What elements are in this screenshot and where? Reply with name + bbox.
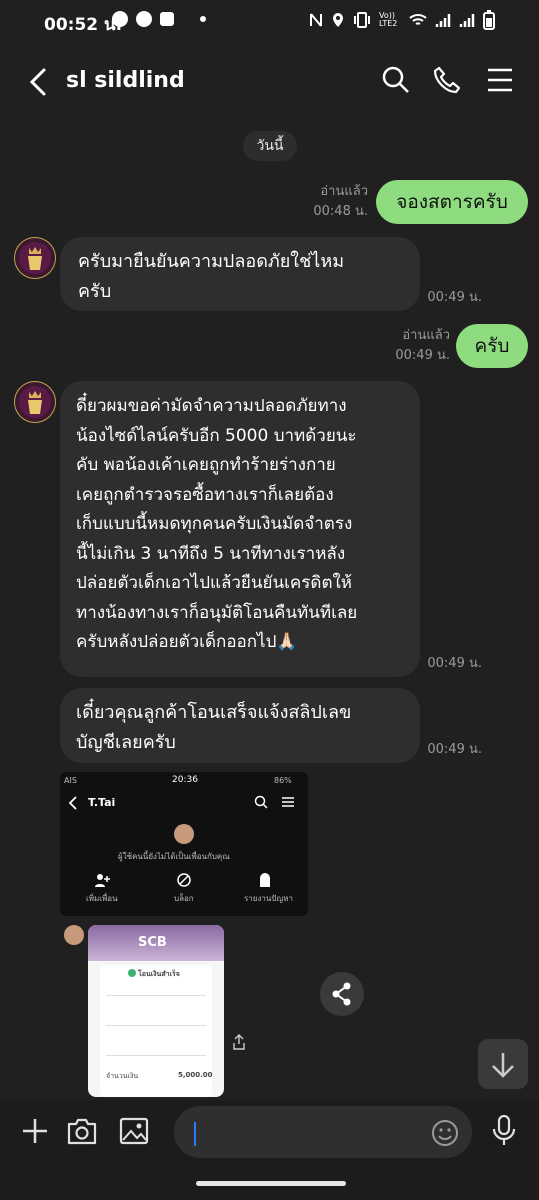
amount-label: จำนวนเงิน (106, 1072, 139, 1080)
gmail-icon (160, 12, 174, 26)
message-meta: อ่านแล้ว 00:49 น. (384, 326, 450, 366)
speedometer-icon (136, 11, 152, 27)
message-time: 00:49 น. (427, 656, 482, 671)
messenger-icon (112, 11, 128, 27)
add-friend-icon (95, 874, 110, 887)
stranger-notice: ผู้ใช้คนนี้ยังไม่ได้เป็นเพื่อนกับคุณ (118, 852, 230, 861)
camera-icon[interactable] (66, 1116, 98, 1146)
battery-icon (483, 10, 495, 30)
message-bubble-outgoing[interactable]: ครับ (456, 324, 528, 368)
status-bar: 00:52 น. Vo)) LTE2 (0, 0, 539, 44)
read-receipt: อ่านแล้ว (402, 328, 450, 343)
image-attachment-bank-slip[interactable]: SCB โอนเงินสำเร็จ จำนวนเงิน 5,000.00 (88, 925, 224, 1097)
avatar-crest-icon (19, 242, 51, 274)
home-indicator[interactable] (196, 1181, 346, 1186)
message-time: 00:49 น. (395, 348, 450, 363)
share-button[interactable] (320, 972, 364, 1016)
text-cursor (194, 1122, 196, 1146)
back-arrow-icon (68, 796, 77, 810)
bank-name: SCB (138, 935, 167, 950)
status-time: 00:52 น. (44, 15, 123, 35)
nfc-icon (310, 13, 322, 27)
gallery-icon[interactable] (118, 1116, 150, 1146)
share-icon (332, 982, 351, 1006)
read-receipt: อ่านแล้ว (320, 184, 368, 199)
message-bubble-incoming[interactable]: ดี๋ยวผมขอค่ามัดจำความปลอดภัยทาง น้องไซด์… (60, 381, 420, 677)
avatar-crest-icon (19, 386, 51, 418)
avatar (174, 824, 194, 844)
menu-icon (282, 797, 294, 807)
message-input[interactable] (174, 1106, 472, 1158)
menu-icon[interactable] (484, 64, 516, 96)
plus-icon[interactable] (20, 1116, 50, 1146)
message-time: 00:49 น. (427, 742, 482, 757)
contact-avatar[interactable] (14, 381, 56, 423)
image-attachment-profile[interactable]: AIS 20:36 86% T.Tai ผู้ใช้คนนี้ยังไม่ได้… (60, 772, 308, 916)
message-bubble-incoming[interactable]: ครับมายืนยันความปลอดภัยใช่ไหม ครับ (60, 237, 420, 311)
signal-icon (459, 14, 475, 27)
notification-dot-icon (200, 16, 206, 22)
report-icon (260, 873, 270, 887)
arrow-down-icon (492, 1053, 514, 1078)
message-bubble-outgoing[interactable]: จองสตารครับ (376, 180, 528, 224)
back-arrow-icon[interactable] (24, 64, 54, 100)
success-check-icon (128, 969, 136, 977)
location-icon (333, 13, 343, 27)
message-bubble-incoming[interactable]: เดี๋ยวคุณลูกค้าโอนเสร็จแจ้งสลิปเลข บัญชี… (60, 688, 420, 763)
slip-status: โอนเงินสำเร็จ (138, 970, 180, 978)
share-out-icon[interactable] (232, 1034, 246, 1050)
phone-call-icon[interactable] (431, 64, 463, 96)
message-time: 00:48 น. (313, 204, 368, 219)
amount-value: 5,000.00 (178, 1071, 213, 1079)
search-icon (254, 795, 268, 809)
scroll-down-button[interactable] (478, 1039, 528, 1089)
search-icon[interactable] (380, 64, 412, 96)
message-time: 00:49 น. (427, 290, 482, 305)
chat-title: sl sildlind (66, 68, 185, 93)
date-separator: วันนี้ (243, 131, 297, 161)
contact-name: T.Tai (88, 796, 116, 809)
sender-avatar[interactable] (64, 925, 84, 945)
emoji-icon[interactable] (430, 1118, 460, 1148)
wifi-icon (409, 14, 427, 25)
contact-avatar[interactable] (14, 237, 56, 279)
block-icon (177, 873, 191, 887)
network-label: Vo)) LTE2 (379, 11, 398, 28)
vibrate-icon (354, 12, 370, 28)
microphone-icon[interactable] (490, 1114, 518, 1148)
chat-header: sl sildlind (0, 44, 539, 120)
message-meta: อ่านแล้ว 00:48 น. (300, 182, 368, 222)
signal-icon (435, 14, 451, 27)
